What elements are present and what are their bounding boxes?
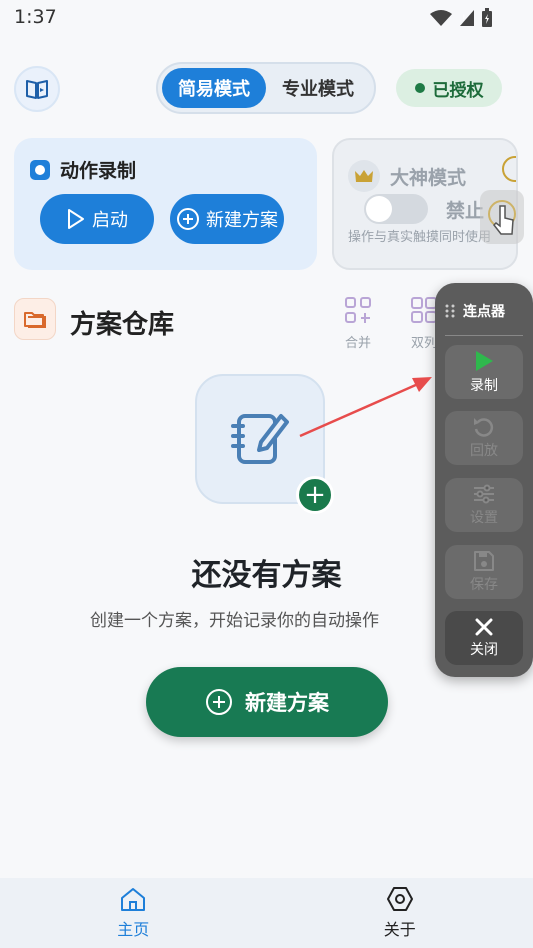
new-plan-button[interactable]: 新建方案 xyxy=(146,667,388,737)
float-record-button[interactable]: 录制 xyxy=(445,345,523,399)
hexagon-icon xyxy=(386,887,413,911)
float-record-label: 录制 xyxy=(470,378,498,394)
mode-simple-tab[interactable]: 简易模式 xyxy=(162,68,266,108)
battery-icon xyxy=(482,8,492,27)
repo-title: 方案仓库 xyxy=(70,310,175,340)
float-settings-label: 设置 xyxy=(470,510,498,526)
float-close-button[interactable]: 关闭 xyxy=(445,611,523,665)
float-panel-title: 连点器 xyxy=(463,304,505,320)
divider xyxy=(445,335,523,336)
home-icon xyxy=(121,888,146,911)
save-icon xyxy=(474,551,494,571)
float-drag-handle[interactable] xyxy=(480,190,524,244)
license-badge[interactable]: 已授权 xyxy=(396,69,502,107)
new-plan-button-small[interactable]: 新建方案 xyxy=(170,194,284,244)
status-dot xyxy=(414,83,425,93)
plus-circle-icon xyxy=(177,208,199,230)
crown-icon xyxy=(348,160,380,192)
status-icons: ! xyxy=(429,8,493,28)
close-icon xyxy=(475,618,493,636)
nav-about-label: 关于 xyxy=(383,920,416,939)
guide-button[interactable] xyxy=(14,66,60,112)
bottom-nav: 主页 关于 xyxy=(0,878,533,948)
play-icon xyxy=(476,351,493,371)
status-bar: 1:37 ! xyxy=(0,0,533,36)
float-save-button[interactable]: 保存 xyxy=(445,545,523,599)
new-plan-label: 新建方案 xyxy=(245,691,329,715)
replay-icon xyxy=(474,418,494,437)
info-icon[interactable] xyxy=(502,156,516,182)
add-badge-icon: + xyxy=(296,476,334,514)
float-save-label: 保存 xyxy=(470,577,498,593)
empty-subtitle: 创建一个方案，开始记录你的自动操作 xyxy=(90,611,379,631)
license-label: 已授权 xyxy=(432,80,484,101)
svg-text:!: ! xyxy=(462,14,466,24)
top-bar: 简易模式 专业模式 已授权 xyxy=(0,62,533,114)
god-mode-label: 大神模式 xyxy=(390,166,467,189)
merge-label: 合并 xyxy=(344,336,371,351)
float-panel-header[interactable]: 连点器 xyxy=(445,301,505,321)
god-mode-toggle[interactable] xyxy=(364,194,428,224)
hand-pointer-icon xyxy=(488,200,516,235)
float-settings-button[interactable]: 设置 xyxy=(445,478,523,532)
float-close-label: 关闭 xyxy=(470,642,498,658)
new-plan-label-small: 新建方案 xyxy=(206,210,278,231)
float-replay-button[interactable]: 回放 xyxy=(445,411,523,465)
start-button[interactable]: 启动 xyxy=(40,194,154,244)
merge-icon xyxy=(345,297,371,323)
start-label: 启动 xyxy=(92,210,128,231)
record-icon xyxy=(30,159,50,180)
nav-home-label: 主页 xyxy=(117,920,150,939)
status-time: 1:37 xyxy=(14,6,57,28)
god-mode-title: 大神模式 xyxy=(348,160,466,192)
signal-icon: ! xyxy=(460,10,474,26)
record-card: 动作录制 启动 新建方案 xyxy=(14,138,317,270)
float-replay-label: 回放 xyxy=(470,443,498,459)
clicker-float-panel: 连点器 录制 回放 设置 保存 关闭 xyxy=(435,283,533,677)
book-icon xyxy=(26,80,48,99)
folder-icon xyxy=(14,298,56,340)
wifi-icon xyxy=(430,10,452,26)
merge-button[interactable]: 合并 xyxy=(338,296,378,351)
nav-home[interactable]: 主页 xyxy=(0,878,267,948)
plus-circle-icon xyxy=(206,689,232,715)
drag-dots-icon xyxy=(445,304,455,318)
mode-switch: 简易模式 专业模式 xyxy=(156,62,376,114)
notebook-pen-icon xyxy=(231,414,289,464)
play-outline-icon xyxy=(68,209,84,229)
nav-about[interactable]: 关于 xyxy=(267,878,533,948)
mode-pro-tab[interactable]: 专业模式 xyxy=(266,68,370,108)
record-card-title: 动作录制 xyxy=(30,156,136,183)
grid-icon xyxy=(411,297,437,323)
sliders-icon xyxy=(474,484,494,504)
record-title-label: 动作录制 xyxy=(60,160,137,182)
forbid-label: 禁止 xyxy=(446,200,485,222)
